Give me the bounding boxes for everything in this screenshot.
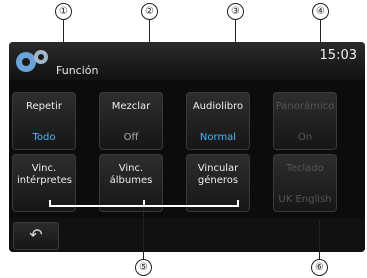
back-arrow-icon: ↶ xyxy=(29,225,43,244)
link-bracket-left xyxy=(49,200,51,207)
link-albums-button[interactable]: Vinc. álbumes xyxy=(99,154,163,212)
clock: 15:03 xyxy=(319,48,357,63)
callout-6-leader xyxy=(319,220,320,259)
callout-5: ⑤ xyxy=(135,259,152,276)
link-genres-button[interactable]: Vincular géneros xyxy=(186,154,250,212)
callout-2: ② xyxy=(141,3,158,20)
panoramic-button[interactable]: Panorámico On xyxy=(273,92,337,150)
back-button[interactable]: ↶ xyxy=(13,222,59,250)
shuffle-value: Off xyxy=(123,132,139,143)
screen-title: Función xyxy=(56,64,99,77)
link-bracket-mid xyxy=(143,200,145,207)
link-albums-label: Vinc. álbumes xyxy=(109,163,153,186)
repeat-label: Repetir xyxy=(26,101,62,112)
panoramic-label: Panorámico xyxy=(275,101,335,112)
callout-3: ③ xyxy=(227,3,244,20)
audiobook-label: Audiolibro xyxy=(192,101,244,112)
callout-6: ⑥ xyxy=(311,259,328,276)
link-genres-label: Vincular géneros xyxy=(197,163,239,186)
navigation-screen: Función 15:03 Repetir Todo Mezclar Off A… xyxy=(9,42,365,252)
callout-1: ① xyxy=(55,3,72,20)
repeat-value: Todo xyxy=(32,132,56,143)
footer-bar: ↶ xyxy=(9,218,365,252)
link-artists-button[interactable]: Vinc. intérpretes xyxy=(12,154,76,212)
callout-4: ④ xyxy=(312,3,329,20)
callout-5-leader xyxy=(143,207,144,259)
audiobook-button[interactable]: Audiolibro Normal xyxy=(186,92,250,150)
link-artists-label: Vinc. intérpretes xyxy=(17,163,72,186)
gear-icon xyxy=(16,50,48,72)
shuffle-button[interactable]: Mezclar Off xyxy=(99,92,163,150)
keyboard-label: Teclado xyxy=(286,163,324,174)
panoramic-value: On xyxy=(297,132,313,143)
keyboard-value: UK English xyxy=(278,194,332,205)
link-bracket-right xyxy=(237,200,239,207)
keyboard-button[interactable]: Teclado UK English xyxy=(273,154,337,212)
header-bar: Función 15:03 xyxy=(9,42,365,80)
audiobook-value: Normal xyxy=(199,132,237,143)
shuffle-label: Mezclar xyxy=(111,101,151,112)
repeat-button[interactable]: Repetir Todo xyxy=(12,92,76,150)
